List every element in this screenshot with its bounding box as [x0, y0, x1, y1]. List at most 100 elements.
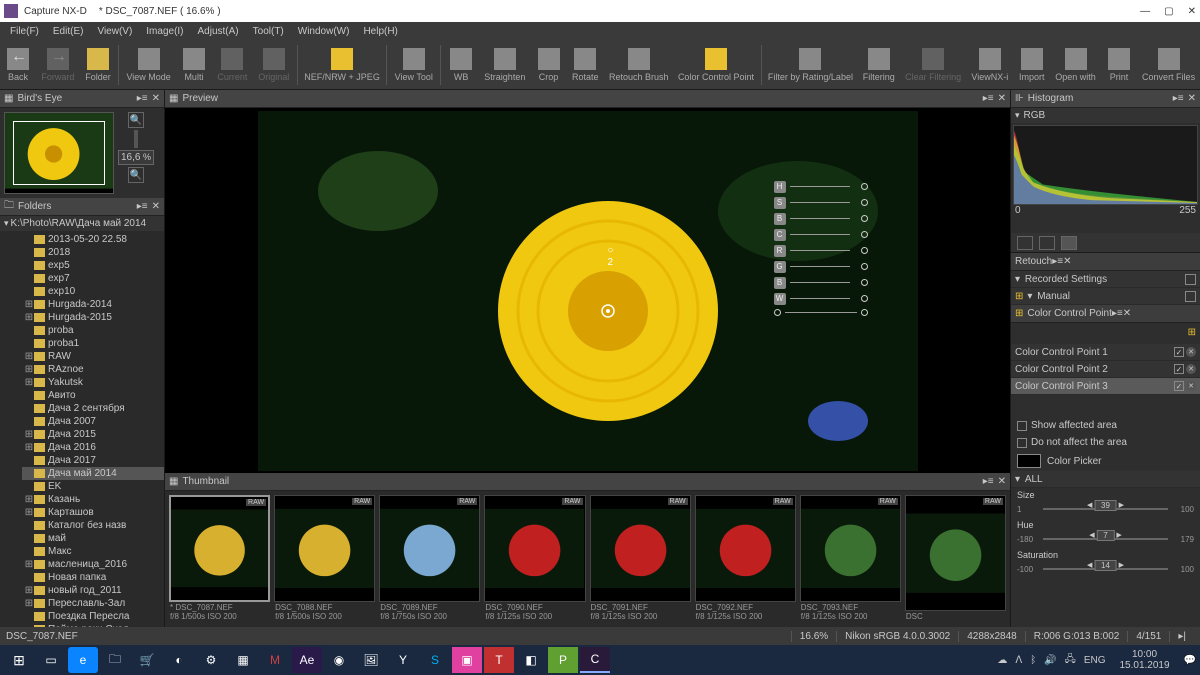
retouch-row[interactable]: Recorded Settings	[1011, 271, 1200, 288]
app-button[interactable]: S	[420, 647, 450, 673]
tree-item[interactable]: exp10	[22, 285, 164, 298]
tree-item[interactable]: ⊞новый год_2011	[22, 584, 164, 597]
tree-item[interactable]: Каталог без назв	[22, 519, 164, 532]
tree-item[interactable]: ⊞Дача 2015	[22, 428, 164, 441]
toolbar-straighten[interactable]: Straighten	[479, 41, 530, 89]
tree-item[interactable]: exp5	[22, 259, 164, 272]
toolbar-filter-by-rating-label[interactable]: Filter by Rating/Label	[764, 41, 858, 89]
menu-item[interactable]: File(F)	[4, 25, 45, 38]
start-button[interactable]: ⊞	[4, 647, 34, 673]
close-button[interactable]: ✕	[1188, 6, 1196, 17]
tray-bt-icon[interactable]: ᛒ	[1030, 655, 1036, 666]
slider-saturation[interactable]: Saturation-10014100	[1011, 548, 1200, 578]
tray-up-icon[interactable]: ᐱ	[1015, 655, 1022, 666]
app-button[interactable]: ◧	[516, 647, 546, 673]
info-icon[interactable]	[1017, 236, 1033, 250]
thumbnail-item[interactable]: RAWDSC_7092.NEFf/8 1/125s ISO 200	[695, 495, 796, 623]
tree-item[interactable]: ⊞RAznoe	[22, 363, 164, 376]
app-button[interactable]: ⚙	[196, 647, 226, 673]
no-affect-checkbox[interactable]: Do not affect the area	[1011, 434, 1200, 451]
ccp-slider-row[interactable]: B	[774, 213, 868, 225]
panel-close-icon[interactable]: ✕	[998, 93, 1006, 104]
edit-icon[interactable]	[1039, 236, 1055, 250]
zoom-in-button[interactable]: 🔍	[128, 112, 144, 128]
tree-item[interactable]: май	[22, 532, 164, 545]
app-button[interactable]: Y	[388, 647, 418, 673]
panel-close-icon[interactable]: ✕	[1188, 93, 1196, 104]
retouch-row[interactable]: ⊞Manual	[1011, 288, 1200, 305]
tree-item[interactable]: ⊞Yakutsk	[22, 376, 164, 389]
panel-toggle-icon[interactable]: ▸≡	[983, 93, 994, 104]
app-button[interactable]: 🗀	[100, 647, 130, 673]
panel-toggle-icon[interactable]: ▸≡	[983, 476, 994, 487]
tree-item[interactable]: proba	[22, 324, 164, 337]
preview-marker[interactable]: 2	[608, 257, 614, 268]
tree-item[interactable]: ⊞RAW	[22, 350, 164, 363]
ccp-item[interactable]: Color Control Point 3✓✕	[1011, 378, 1200, 395]
app-button[interactable]: ◉	[324, 647, 354, 673]
app-button[interactable]: 🛒	[132, 647, 162, 673]
ccp-slider-row[interactable]: S	[774, 197, 868, 209]
menu-item[interactable]: View(V)	[91, 25, 138, 38]
tree-item[interactable]: ⊞Hurgada-2015	[22, 311, 164, 324]
color-picker[interactable]: Color Picker	[1011, 451, 1200, 471]
tree-item[interactable]: ⊞Карташов	[22, 506, 164, 519]
ccp-slider-row[interactable]: H	[774, 181, 868, 193]
tree-item[interactable]: proba1	[22, 337, 164, 350]
channel-selector[interactable]: RGB	[1011, 108, 1200, 123]
birdseye-thumb[interactable]	[4, 112, 114, 194]
tree-item[interactable]: EK	[22, 480, 164, 493]
slider-hue[interactable]: Hue-1807179	[1011, 518, 1200, 548]
adjust-icon[interactable]	[1061, 236, 1077, 250]
thumbnail-item[interactable]: RAWDSC_7093.NEFf/8 1/125s ISO 200	[800, 495, 901, 623]
tree-item[interactable]: Новая папка	[22, 571, 164, 584]
toolbar-nef-nrw-jpeg[interactable]: NEF/NRW + JPEG	[300, 41, 385, 89]
all-dropdown[interactable]: ALL	[1011, 471, 1200, 488]
toolbar-print[interactable]: Print	[1101, 41, 1137, 89]
folder-path[interactable]: K:\Photo\RAW\Дача май 2014	[0, 216, 164, 231]
ccp-item[interactable]: Color Control Point 2✓✕	[1011, 361, 1200, 378]
toolbar-retouch-brush[interactable]: Retouch Brush	[604, 41, 673, 89]
app-button[interactable]: e	[68, 647, 98, 673]
thumbnail-item[interactable]: RAWDSC_7088.NEFf/8 1/500s ISO 200	[274, 495, 375, 623]
tree-item[interactable]: 2013-05-20 22.58	[22, 233, 164, 246]
thumbnail-item[interactable]: RAWDSC_7090.NEFf/8 1/125s ISO 200	[484, 495, 585, 623]
tree-item[interactable]: exp7	[22, 272, 164, 285]
preview-marker[interactable]: ○	[608, 245, 614, 256]
tree-item[interactable]: Дача май 2014	[22, 467, 164, 480]
toolbar-wb[interactable]: WB	[443, 41, 479, 89]
toolbar-open-with[interactable]: Open with	[1050, 41, 1101, 89]
tree-item[interactable]: ⊞Дача 2016	[22, 441, 164, 454]
ccp-slider-row[interactable]: C	[774, 229, 868, 241]
ccp-slider-row[interactable]: W	[774, 293, 868, 305]
app-button[interactable]: ▣	[452, 647, 482, 673]
tree-item[interactable]: ⊞масленица_2016	[22, 558, 164, 571]
tree-item[interactable]: Дача 2017	[22, 454, 164, 467]
app-button[interactable]: Ae	[292, 647, 322, 673]
tray-net-icon[interactable]: 🖧	[1065, 652, 1076, 669]
menu-item[interactable]: Adjust(A)	[192, 25, 245, 38]
app-button[interactable]: 🖼	[356, 647, 386, 673]
menu-item[interactable]: Edit(E)	[47, 25, 90, 38]
toolbar-color-control-point[interactable]: Color Control Point	[673, 41, 758, 89]
status-next-icon[interactable]: ▸|	[1169, 631, 1194, 642]
ccp-slider-row[interactable]: B	[774, 277, 868, 289]
tree-item[interactable]: ⊞Казань	[22, 493, 164, 506]
tree-item[interactable]: ⊞Переславль-Зал	[22, 597, 164, 610]
toolbar-crop[interactable]: Crop	[531, 41, 567, 89]
panel-close-icon[interactable]: ✕	[998, 476, 1006, 487]
ccp-item[interactable]: Color Control Point 1✓✕	[1011, 344, 1200, 361]
toolbar-rotate[interactable]: Rotate	[567, 41, 605, 89]
tray-onedrive-icon[interactable]: ☁	[997, 655, 1007, 666]
tree-item[interactable]: ⊞Hurgada-2014	[22, 298, 164, 311]
show-affected-checkbox[interactable]: Show affected area	[1011, 417, 1200, 434]
menu-item[interactable]: Image(I)	[140, 25, 189, 38]
menu-item[interactable]: Window(W)	[292, 25, 356, 38]
slider-size[interactable]: Size139100	[1011, 488, 1200, 518]
panel-toggle-icon[interactable]: ▸≡	[137, 93, 148, 104]
toolbar-view-tool[interactable]: View Tool	[389, 41, 438, 89]
app-button[interactable]: ◐	[164, 647, 194, 673]
toolbar-viewnx-i[interactable]: ViewNX-i	[966, 41, 1013, 89]
taskview-button[interactable]: ▭	[36, 647, 66, 673]
maximize-button[interactable]: ▢	[1164, 6, 1173, 17]
